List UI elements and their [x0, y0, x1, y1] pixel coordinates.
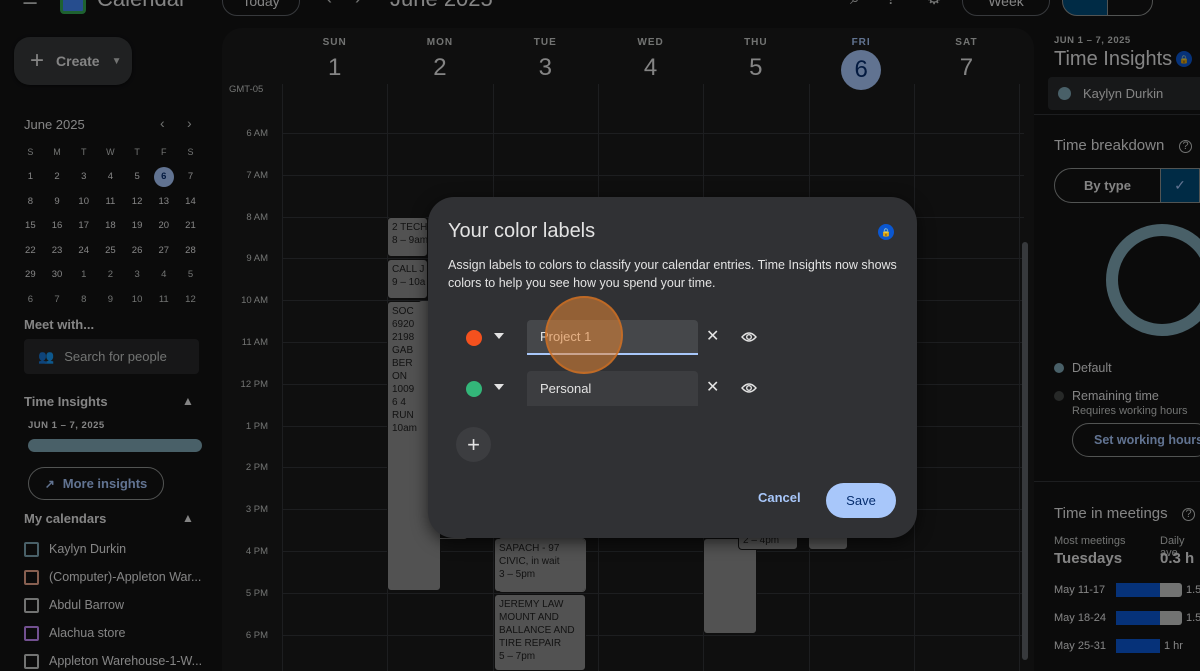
- color-swatch-1[interactable]: [466, 330, 482, 346]
- clear-icon[interactable]: ✕: [706, 328, 719, 346]
- lock-icon: 🔒: [878, 224, 894, 240]
- color-dropdown-icon[interactable]: [494, 333, 504, 339]
- clear-icon[interactable]: ✕: [706, 379, 719, 397]
- label-input-1[interactable]: [527, 320, 698, 355]
- color-swatch-2[interactable]: [466, 381, 482, 397]
- dialog-description: Assign labels to colors to classify your…: [448, 258, 897, 290]
- save-button[interactable]: Save: [826, 483, 896, 518]
- add-label-button[interactable]: +: [456, 427, 491, 462]
- eye-icon[interactable]: [741, 331, 757, 343]
- label-row-1: ✕: [466, 320, 886, 355]
- label-row-2: ✕: [466, 371, 886, 406]
- color-dropdown-icon[interactable]: [494, 384, 504, 390]
- eye-icon[interactable]: [741, 382, 757, 394]
- cancel-button[interactable]: Cancel: [758, 490, 801, 505]
- color-labels-dialog: Your color labels 🔒 Assign labels to col…: [428, 197, 917, 538]
- dialog-title: Your color labels: [448, 220, 596, 242]
- plus-icon: +: [467, 431, 480, 457]
- label-input-2[interactable]: [527, 371, 698, 406]
